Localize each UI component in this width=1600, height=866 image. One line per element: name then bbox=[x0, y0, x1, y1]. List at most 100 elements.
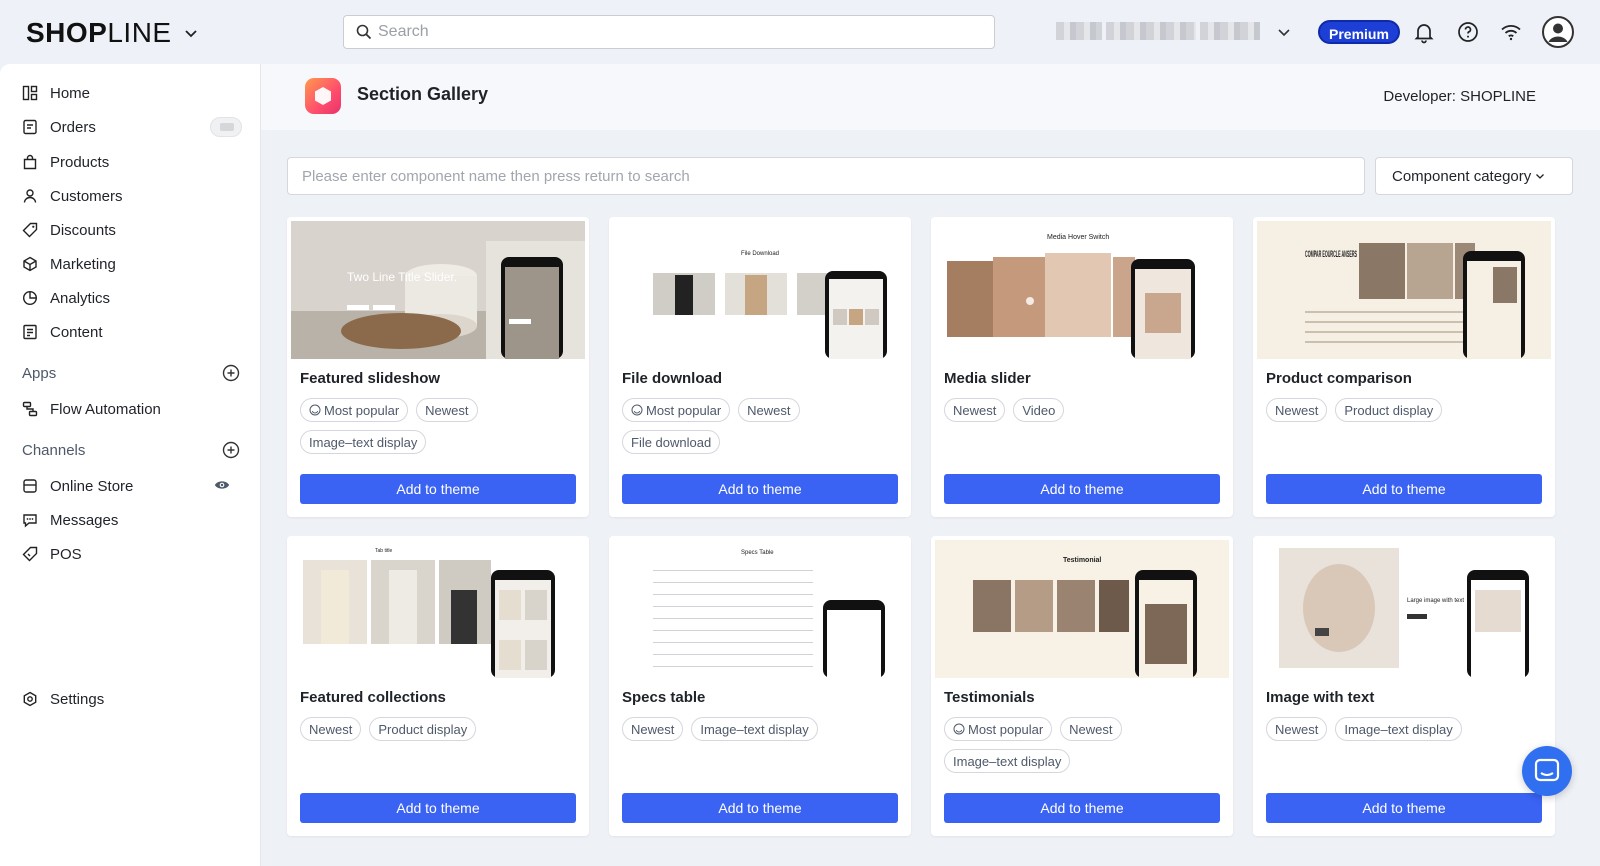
orders-count-badge bbox=[210, 117, 242, 137]
chat-icon bbox=[1534, 758, 1560, 782]
global-search[interactable] bbox=[343, 15, 995, 49]
page-title: Section Gallery bbox=[357, 84, 489, 104]
sidebar-item-content[interactable]: Content bbox=[22, 320, 242, 344]
tag-product-display: Product display bbox=[1335, 398, 1443, 422]
sidebar-item-discounts[interactable]: Discounts bbox=[22, 218, 242, 242]
media-slider-preview-image: Media Hover Switch bbox=[935, 221, 1229, 359]
card-title: File download bbox=[622, 370, 722, 387]
specs-table-thumb-title: Specs Table bbox=[741, 550, 774, 556]
sidebar-item-customers[interactable]: Customers bbox=[22, 184, 242, 208]
sidebar-item-label: Settings bbox=[50, 690, 105, 708]
tag-label: Most popular bbox=[968, 721, 1044, 737]
sidebar-item-label: POS bbox=[50, 545, 82, 563]
tag-newest: Newest bbox=[944, 398, 1006, 422]
tag-newest: Newest bbox=[300, 717, 362, 741]
component-card-specs-table: Specs Table Specs table Newest Image–tex… bbox=[609, 536, 911, 836]
global-search-input[interactable] bbox=[378, 23, 938, 41]
file-download-preview-image: File Download bbox=[613, 221, 907, 359]
card-title: Image with text bbox=[1266, 689, 1375, 706]
add-channel-icon[interactable] bbox=[222, 441, 240, 459]
tag-image-text-display: Image–text display bbox=[944, 749, 1071, 773]
sidebar-item-marketing[interactable]: Marketing bbox=[22, 252, 242, 276]
support-chat-button[interactable] bbox=[1522, 746, 1572, 796]
add-to-theme-button[interactable]: Add to theme bbox=[622, 474, 898, 504]
sidebar-item-orders[interactable]: Orders bbox=[22, 115, 242, 139]
sidebar-item-messages[interactable]: Messages bbox=[22, 508, 242, 532]
section-gallery-app-icon bbox=[305, 78, 341, 114]
sidebar-item-home[interactable]: Home bbox=[22, 81, 242, 105]
sidebar-item-label: Content bbox=[50, 323, 103, 341]
card-tags: Newest Video bbox=[944, 398, 1224, 422]
add-to-theme-button[interactable]: Add to theme bbox=[944, 474, 1220, 504]
tag-file-download: File download bbox=[622, 430, 721, 454]
tag-newest: Newest bbox=[1266, 398, 1328, 422]
sidebar-item-label: Messages bbox=[50, 511, 119, 529]
sidebar-item-pos[interactable]: POS bbox=[22, 542, 242, 566]
card-title: Featured collections bbox=[300, 689, 446, 706]
component-category-dropdown[interactable]: Component category bbox=[1375, 157, 1573, 195]
settings-gear-icon bbox=[23, 691, 37, 707]
chevron-down-icon[interactable] bbox=[1277, 25, 1291, 39]
tag-most-popular: Most popular bbox=[944, 717, 1053, 741]
card-title: Specs table bbox=[622, 689, 706, 706]
category-label: Component category bbox=[1392, 167, 1532, 185]
chevron-down-icon[interactable] bbox=[184, 26, 198, 40]
wifi-icon[interactable] bbox=[1499, 20, 1523, 44]
card-tags: Newest Image–text display bbox=[1266, 717, 1546, 741]
avatar-icon[interactable] bbox=[1542, 16, 1574, 48]
sidebar-item-label: Flow Automation bbox=[50, 400, 161, 418]
search-icon bbox=[356, 24, 372, 40]
marketing-icon bbox=[23, 256, 37, 272]
component-card-featured-slideshow: Two Line Title Slider. Featured slidesho… bbox=[287, 217, 589, 517]
add-app-icon[interactable] bbox=[222, 364, 240, 382]
flow-icon bbox=[22, 401, 38, 417]
main-content: Section Gallery Developer: SHOPLINE Comp… bbox=[261, 64, 1600, 866]
file-download-thumb-title: File Download bbox=[741, 251, 779, 257]
eye-icon[interactable] bbox=[214, 477, 230, 493]
shopline-logo[interactable]: SHOP LINE bbox=[26, 17, 198, 49]
component-search-input[interactable] bbox=[287, 157, 1365, 195]
sidebar-item-settings[interactable]: Settings bbox=[22, 687, 242, 711]
add-to-theme-button[interactable]: Add to theme bbox=[300, 793, 576, 823]
sidebar-item-flow-automation[interactable]: Flow Automation bbox=[22, 397, 242, 421]
smile-icon bbox=[631, 404, 643, 416]
customers-icon bbox=[23, 189, 37, 203]
testimonials-thumb-title: Testimonial bbox=[1063, 557, 1101, 564]
sidebar-item-online-store[interactable]: Online Store bbox=[22, 474, 242, 498]
help-icon[interactable] bbox=[1456, 20, 1480, 44]
tag-video: Video bbox=[1013, 398, 1065, 422]
add-to-theme-button[interactable]: Add to theme bbox=[1266, 474, 1542, 504]
channels-label: Channels bbox=[22, 441, 86, 459]
sidebar-item-label: Analytics bbox=[50, 289, 111, 307]
add-to-theme-button[interactable]: Add to theme bbox=[944, 793, 1220, 823]
tag-most-popular: Most popular bbox=[622, 398, 731, 422]
premium-badge[interactable]: Premium bbox=[1318, 20, 1400, 44]
product-comparison-preview-image: COMPAR EOURCLE ANSERS bbox=[1257, 221, 1551, 359]
sidebar-item-analytics[interactable]: Analytics bbox=[22, 286, 242, 310]
card-tags: Newest Product display bbox=[1266, 398, 1546, 422]
tab-title-thumb-text: Tab title bbox=[375, 548, 392, 554]
content-icon bbox=[23, 324, 37, 340]
tag-newest: Newest bbox=[1060, 717, 1122, 741]
add-to-theme-button[interactable]: Add to theme bbox=[300, 474, 576, 504]
component-card-product-comparison: COMPAR EOURCLE ANSERS Product comparison… bbox=[1253, 217, 1555, 517]
slide-title-text: Two Line Title Slider. bbox=[347, 270, 457, 284]
add-to-theme-button[interactable]: Add to theme bbox=[1266, 793, 1542, 823]
add-to-theme-button[interactable]: Add to theme bbox=[622, 793, 898, 823]
tag-most-popular: Most popular bbox=[300, 398, 409, 422]
discount-tag-icon bbox=[22, 222, 38, 238]
account-name-blurred[interactable] bbox=[1056, 22, 1266, 42]
card-tags: Most popular Newest File download bbox=[622, 398, 902, 454]
sidebar-item-products[interactable]: Products bbox=[22, 150, 242, 174]
sidebar: Home Orders Products Customers Discounts… bbox=[0, 64, 261, 866]
bell-icon[interactable] bbox=[1412, 20, 1436, 44]
sidebar-item-label: Orders bbox=[50, 118, 96, 136]
sidebar-item-label: Customers bbox=[50, 187, 123, 205]
component-card-media-slider: Media Hover Switch Media slider Newest V… bbox=[931, 217, 1233, 517]
channels-section-header: Channels bbox=[22, 441, 240, 459]
card-tags: Newest Image–text display bbox=[622, 717, 902, 741]
top-bar: SHOPLINE Premium bbox=[0, 0, 1600, 64]
featured-collections-preview-image: Tab title bbox=[291, 540, 585, 678]
component-card-file-download: File Download File download Most popular… bbox=[609, 217, 911, 517]
component-card-testimonials: Testimonial Testimonials Most popular Ne… bbox=[931, 536, 1233, 836]
